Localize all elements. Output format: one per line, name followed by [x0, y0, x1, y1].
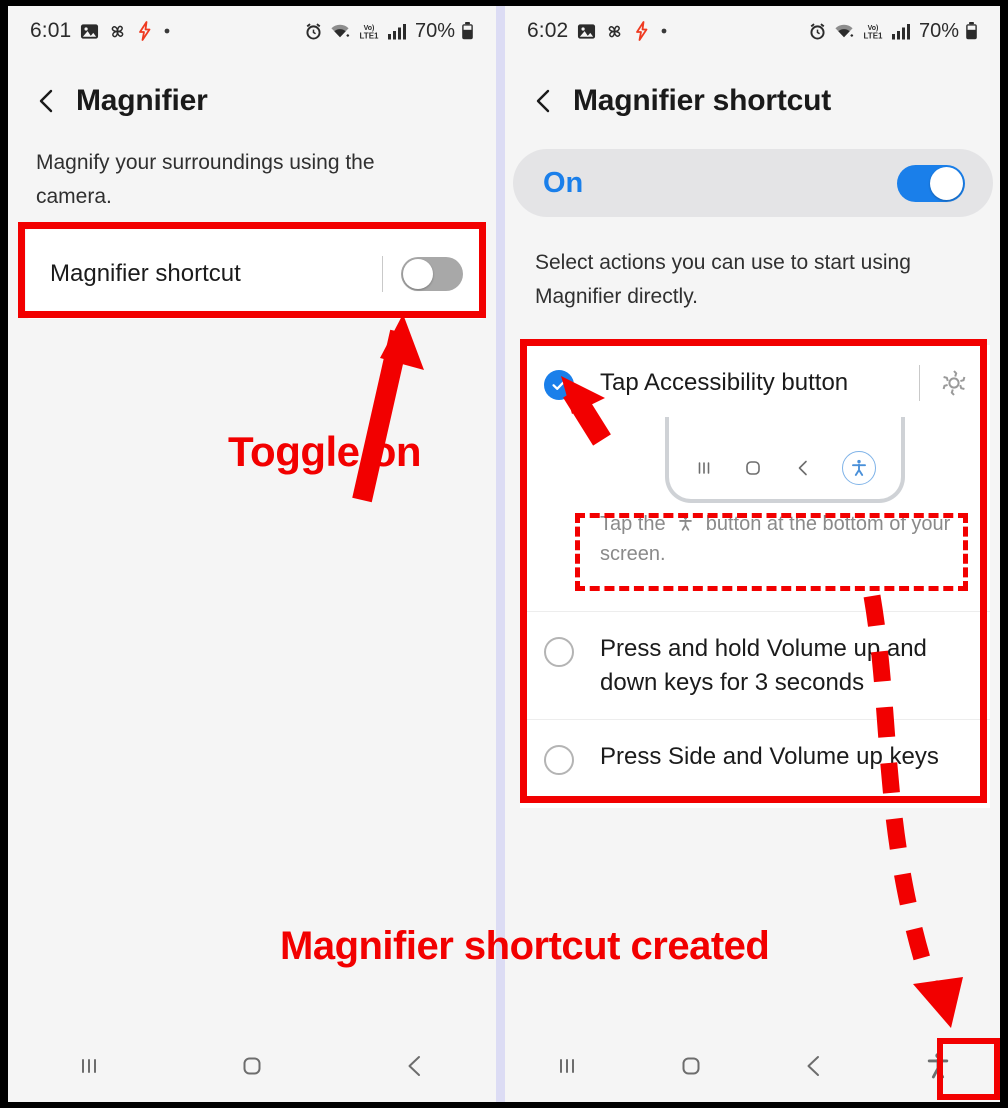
annotation-toggle-on: Toggle on	[228, 428, 422, 475]
nav-accessibility-button[interactable]	[876, 1051, 1000, 1081]
left-navigation-bar	[8, 1030, 496, 1102]
image-icon	[577, 22, 596, 41]
back-icon	[793, 458, 813, 478]
option-label: Press and hold Volume up and down keys f…	[600, 635, 927, 696]
magnifier-shortcut-row[interactable]: Magnifier shortcut	[26, 229, 485, 319]
right-navigation-bar	[505, 1030, 1000, 1102]
nav-back-button[interactable]	[753, 1052, 877, 1080]
master-switch-toggle[interactable]	[897, 164, 965, 202]
status-bar-right-group: Vo) LTE1 70%	[808, 20, 978, 43]
navbar-preview-icons	[669, 451, 901, 485]
battery-icon	[461, 21, 474, 41]
nav-home-button[interactable]	[629, 1052, 753, 1080]
option-body: Press Side and Volume up keys	[600, 740, 970, 774]
magnifier-shortcut-toggle[interactable]	[401, 257, 463, 291]
wifi-icon	[833, 22, 855, 41]
nav-home-button[interactable]	[171, 1052, 334, 1080]
dot-icon	[660, 27, 668, 35]
svg-text:LTE1: LTE1	[863, 31, 883, 40]
status-bar-time: 6:01	[30, 19, 72, 42]
signal-bars-icon	[387, 22, 407, 41]
nav-recents-button[interactable]	[8, 1052, 171, 1080]
magnifier-shortcut-label: Magnifier shortcut	[50, 260, 241, 287]
option-volume-up-down-keys[interactable]: Press and hold Volume up and down keys f…	[520, 611, 990, 719]
option-settings-group	[919, 365, 970, 401]
alarm-icon	[808, 22, 827, 41]
accessibility-icon	[842, 451, 877, 485]
svg-text:LTE1: LTE1	[359, 31, 379, 40]
lightning-bolt-icon	[136, 21, 154, 41]
right-description: Select actions you can use to start usin…	[535, 251, 911, 308]
pinwheel-icon	[605, 22, 624, 41]
nav-back-button[interactable]	[333, 1052, 496, 1080]
accessibility-icon-inline	[677, 514, 694, 533]
toggle-knob	[930, 166, 963, 200]
nav-recents-button[interactable]	[505, 1052, 629, 1080]
left-description: Magnify your surroundings using the came…	[36, 151, 375, 208]
option-side-and-volume-up-keys[interactable]: Press Side and Volume up keys	[520, 719, 990, 808]
row-right-group	[382, 256, 463, 292]
image-icon	[80, 22, 99, 41]
option-label: Tap Accessibility button	[600, 369, 849, 396]
status-bar-left-group: 6:01	[30, 19, 171, 43]
screenshot-canvas: 6:01 Vo) LTE1 70% Magnifier Magnify your…	[0, 0, 1008, 1108]
volte-lte1-icon: Vo) LTE1	[357, 22, 381, 41]
gear-icon[interactable]	[938, 367, 970, 399]
page-title: Magnifier shortcut	[573, 84, 832, 117]
left-status-bar: 6:01 Vo) LTE1 70%	[8, 6, 496, 56]
dot-icon	[163, 27, 171, 35]
option-hint: Tap the button at the bottom of your scr…	[600, 509, 970, 569]
master-switch-label: On	[543, 166, 584, 199]
battery-percentage: 70%	[414, 19, 455, 42]
option-hint-prefix: Tap the	[600, 513, 666, 535]
option-radio[interactable]	[544, 637, 574, 667]
right-status-bar: 6:02 Vo) LTE1 70%	[505, 6, 1000, 56]
status-bar-right-group: Vo) LTE1 70%	[304, 20, 474, 43]
battery-percentage: 70%	[918, 19, 959, 42]
option-label: Press Side and Volume up keys	[600, 743, 939, 770]
left-page-header: Magnifier	[8, 84, 496, 118]
magnifier-shortcut-card[interactable]: Magnifier shortcut	[26, 229, 485, 319]
pinwheel-icon	[108, 22, 127, 41]
wifi-icon	[329, 22, 351, 41]
toggle-knob	[403, 259, 433, 289]
right-page-header: Magnifier shortcut	[505, 84, 1000, 118]
option-body: Tap Accessibility button Tap the button …	[600, 365, 970, 569]
row-divider	[382, 256, 383, 292]
volte-lte1-icon: Vo) LTE1	[861, 22, 885, 41]
option-divider	[919, 365, 920, 401]
signal-bars-icon	[891, 22, 911, 41]
page-title: Magnifier	[76, 84, 208, 117]
option-body: Press and hold Volume up and down keys f…	[600, 632, 970, 700]
lightning-bolt-icon	[633, 21, 651, 41]
option-tap-accessibility-button[interactable]: Tap Accessibility button Tap the button …	[520, 345, 990, 611]
battery-icon	[965, 21, 978, 41]
recents-icon	[694, 458, 714, 478]
status-bar-left-group: 6:02	[527, 19, 668, 43]
back-chevron-icon[interactable]	[34, 88, 60, 114]
home-icon	[743, 458, 763, 478]
shortcut-options-list: Tap Accessibility button Tap the button …	[520, 345, 990, 808]
back-chevron-icon[interactable]	[531, 88, 557, 114]
alarm-icon	[304, 22, 323, 41]
annotation-shortcut-created: Magnifier shortcut created	[280, 924, 770, 968]
navbar-preview-illustration	[665, 417, 905, 503]
option-radio-selected[interactable]	[544, 370, 574, 400]
option-radio[interactable]	[544, 745, 574, 775]
option-header-row: Tap Accessibility button	[600, 365, 970, 401]
status-bar-time: 6:02	[527, 19, 569, 42]
master-switch-banner[interactable]: On	[513, 149, 993, 217]
